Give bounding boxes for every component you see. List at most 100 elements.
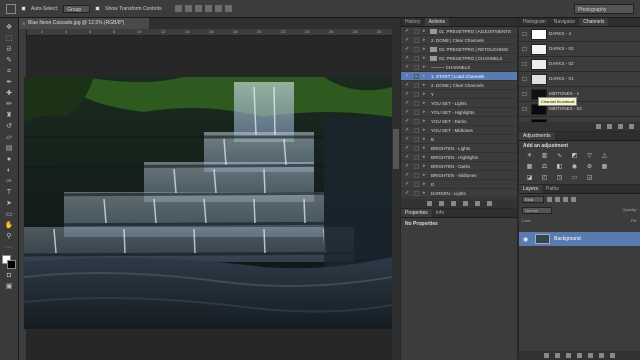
link-icon[interactable] <box>544 353 549 358</box>
expand-arrow-icon[interactable]: ▸ <box>423 27 426 36</box>
gradient-triangle-icon[interactable]: △ <box>600 153 609 160</box>
tab-histogram[interactable]: Histogram <box>519 18 550 26</box>
play-icon[interactable] <box>450 201 456 206</box>
dialog-toggle-box[interactable] <box>414 182 419 187</box>
action-row[interactable]: ✓ ▸ YOU SET - Lights <box>401 99 517 108</box>
action-row[interactable]: ✓ ▸ 1. START | Load Channels <box>401 72 517 81</box>
new-action-icon[interactable] <box>474 201 480 206</box>
fx-icon[interactable] <box>555 353 560 358</box>
new-channel-icon[interactable] <box>618 124 623 129</box>
align-top-icon[interactable] <box>174 5 182 12</box>
visibility-box[interactable] <box>522 107 527 111</box>
group-icon[interactable] <box>588 353 593 358</box>
action-row[interactable]: ✓ ▸ YOU SET - Highlights <box>401 108 517 117</box>
toggle-check-icon[interactable]: ✓ <box>405 101 410 106</box>
quick-select-tool-icon[interactable]: ✎ <box>4 57 15 65</box>
vibrance-icon[interactable]: ▽ <box>585 153 594 160</box>
toggle-check-icon[interactable]: ✓ <box>405 191 410 196</box>
channel-thumbnail[interactable] <box>531 74 547 85</box>
dialog-toggle-box[interactable] <box>414 164 419 169</box>
photo-filter-icon[interactable]: ◉ <box>570 164 579 171</box>
color-swatches[interactable] <box>2 255 16 269</box>
expand-arrow-icon[interactable]: ▸ <box>423 81 426 90</box>
action-set-row[interactable]: ✓ ▸ 03. PRESETPRO | CHANNELS <box>401 54 517 63</box>
pen-tool-icon[interactable]: ✑ <box>4 178 15 186</box>
align-right-icon[interactable] <box>224 5 232 12</box>
action-row[interactable]: ✓ ▸ 2. DONE | Clear Channels <box>401 81 517 90</box>
dialog-toggle-box[interactable] <box>414 92 419 97</box>
visibility-box[interactable] <box>522 92 527 96</box>
expand-arrow-icon[interactable]: ▸ <box>423 63 426 72</box>
transform-controls-checkbox[interactable] <box>95 6 101 11</box>
gradient-tool-icon[interactable]: ▤ <box>4 145 15 153</box>
expand-arrow-icon[interactable]: ▸ <box>423 144 426 153</box>
lasso-tool-icon[interactable]: ᘐ <box>4 46 15 54</box>
color-lookup-icon[interactable]: ▦ <box>600 164 609 171</box>
blur-tool-icon[interactable]: ● <box>4 156 15 164</box>
dialog-toggle-box[interactable] <box>414 83 419 88</box>
toggle-check-icon[interactable]: ✓ <box>405 182 410 187</box>
exposure-icon[interactable]: ◩ <box>570 153 579 160</box>
expand-arrow-icon[interactable]: ▸ <box>423 117 426 126</box>
selective-color-icon[interactable]: ◲ <box>585 175 594 182</box>
marquee-tool-icon[interactable]: ⬚ <box>4 35 15 43</box>
trash-icon[interactable] <box>629 124 634 129</box>
action-row[interactable]: ✓ ▸ D <box>401 180 517 189</box>
hand-tool-icon[interactable]: ✋ <box>4 222 15 230</box>
channel-row[interactable]: DARKS - 02 <box>519 57 640 72</box>
tab-actions[interactable]: Actions <box>424 18 449 26</box>
brightness-icon[interactable]: ☀ <box>525 153 534 160</box>
dialog-toggle-box[interactable] <box>414 146 419 151</box>
action-row[interactable]: ✓ ▸ ——— CHANNELS <box>401 63 517 72</box>
filter-adjustment-icon[interactable] <box>555 197 560 202</box>
healing-tool-icon[interactable]: ✚ <box>4 90 15 98</box>
shape-tool-icon[interactable]: ▭ <box>4 211 15 219</box>
toggle-check-icon[interactable]: ✓ <box>405 155 410 160</box>
action-row[interactable]: ✓ ▸ B <box>401 135 517 144</box>
filter-type-icon[interactable] <box>563 197 568 202</box>
dialog-toggle-box[interactable] <box>414 137 419 142</box>
new-set-icon[interactable] <box>462 201 468 206</box>
action-row[interactable]: ✓ ▸ BRIGHTEN - Darks <box>401 162 517 171</box>
document-tab[interactable]: × Blue Neon Cascade.jpg @ 12.5% (RGB/8*) <box>19 18 149 29</box>
expand-arrow-icon[interactable]: ▸ <box>423 108 426 117</box>
dialog-toggle-box[interactable] <box>414 119 419 124</box>
dialog-toggle-box[interactable] <box>414 155 419 160</box>
layer-kind-filter[interactable]: Kind <box>522 196 544 203</box>
expand-arrow-icon[interactable]: ▸ <box>423 99 426 108</box>
dialog-toggle-box[interactable] <box>414 191 419 196</box>
gradient-map-icon[interactable]: ▭ <box>570 175 579 182</box>
align-bottom-icon[interactable] <box>194 5 202 12</box>
canvas-scrollbar[interactable] <box>392 29 400 360</box>
visibility-box[interactable] <box>522 77 527 81</box>
action-row[interactable]: ✓ ▸ BRIGHTEN - Lights <box>401 144 517 153</box>
more-tools-icon[interactable]: ··· <box>4 244 15 252</box>
dialog-toggle-box[interactable] <box>414 56 419 61</box>
dialog-toggle-box[interactable] <box>414 29 419 34</box>
screen-mode-icon[interactable]: ▣ <box>4 283 15 291</box>
dialog-toggle-box[interactable] <box>414 74 419 79</box>
dialog-toggle-box[interactable] <box>414 128 419 133</box>
path-select-tool-icon[interactable]: ➤ <box>4 200 15 208</box>
tab-properties[interactable]: Properties <box>401 209 432 217</box>
load-selection-icon[interactable] <box>596 124 601 129</box>
expand-arrow-icon[interactable]: ▸ <box>423 54 426 63</box>
toggle-check-icon[interactable]: ✓ <box>405 137 410 142</box>
type-tool-icon[interactable]: T <box>4 189 15 197</box>
toggle-check-icon[interactable]: ✓ <box>405 74 410 79</box>
align-middle-icon[interactable] <box>184 5 192 12</box>
tab-layers[interactable]: Layers <box>519 185 543 193</box>
action-row[interactable]: ✓ ▸ BRIGHTEN - Midtones <box>401 171 517 180</box>
layer-row-background[interactable]: ◉ Background <box>519 232 640 246</box>
filter-shape-icon[interactable] <box>571 197 576 202</box>
adjustment-layer-icon[interactable] <box>577 353 582 358</box>
tab-info[interactable]: Info <box>432 209 448 217</box>
expand-arrow-icon[interactable]: ▸ <box>423 126 426 135</box>
action-set-row[interactable]: ✓ ▸ 01. PRESETPRO | ADJUSTMENTS <box>401 27 517 36</box>
dialog-toggle-box[interactable] <box>414 173 419 178</box>
channel-thumbnail[interactable] <box>531 59 547 70</box>
auto-select-dropdown[interactable]: Group <box>63 4 91 13</box>
toggle-check-icon[interactable]: ✓ <box>405 119 410 124</box>
toggle-check-icon[interactable]: ✓ <box>405 164 410 169</box>
tab-navigator[interactable]: Navigator <box>550 18 579 26</box>
